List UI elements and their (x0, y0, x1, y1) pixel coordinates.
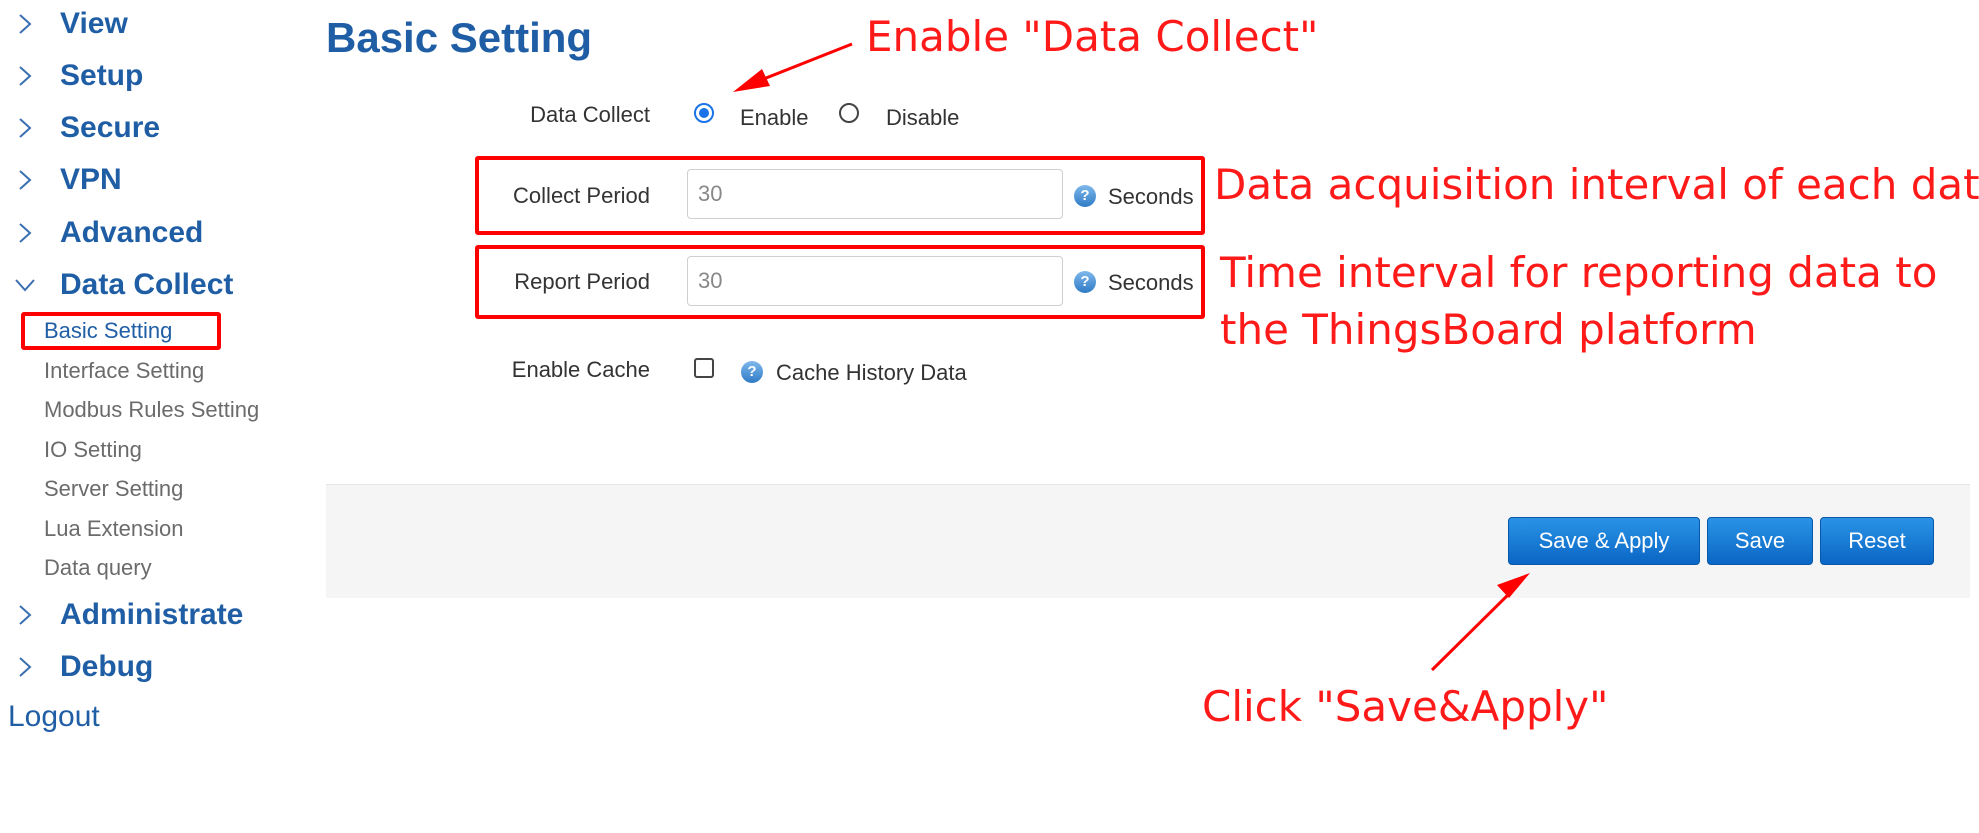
arrow-to-save-apply (1430, 573, 1530, 672)
annotation-arrows (733, 42, 1530, 672)
arrow-to-enable-radio (733, 42, 853, 92)
